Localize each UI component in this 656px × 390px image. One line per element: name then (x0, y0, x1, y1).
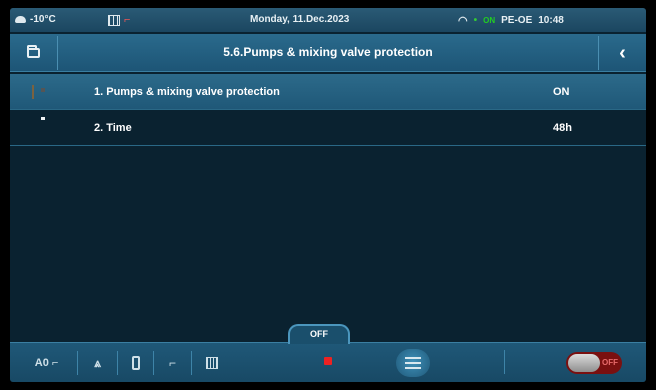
tank-icon (131, 356, 140, 370)
outdoor-temp-value: -10°C (30, 14, 56, 25)
status-bar: -10°C ⌐ Monday, 11.Dec.2023 ◠ • ON PE-OE… (10, 8, 646, 32)
list-item-label: 2. Time (94, 122, 132, 134)
flame-icon: ⩓ (94, 355, 101, 370)
chevron-left-icon: ‹ (619, 42, 626, 64)
connection-icon: • (473, 15, 478, 26)
radiator-icon (206, 357, 218, 369)
status-right: ◠ • ON PE-OE 10:48 (458, 14, 564, 27)
off-status-tab[interactable]: OFF (288, 324, 350, 344)
list-item-label: 1. Pumps & mixing valve protection (94, 86, 280, 98)
on-tag: ON (483, 16, 496, 25)
page-title: 5.6.Pumps & mixing valve protection (223, 45, 433, 59)
mode-label: A0 (34, 357, 49, 369)
back-button[interactable]: ‹ (598, 36, 646, 70)
list-item-protection[interactable]: 1. Pumps & mixing valve protection ON (10, 74, 646, 110)
pump-icon (32, 85, 34, 99)
power-toggle[interactable]: OFF (566, 352, 622, 374)
list-item-value: 48h (553, 122, 572, 134)
menu-button[interactable] (396, 349, 430, 377)
list-item-time[interactable]: 2. Time 48h (10, 110, 646, 146)
wifi-icon: ◠ (458, 15, 468, 27)
heating-button[interactable] (192, 351, 232, 375)
clock: 10:48 (538, 15, 564, 26)
cloud-icon (15, 16, 26, 23)
stop-icon (324, 357, 332, 365)
mode-button[interactable]: A0 ⌐ (16, 351, 78, 375)
settings-list: 1. Pumps & mixing valve protection ON 2.… (10, 74, 646, 146)
list-item-value: ON (553, 86, 570, 98)
toggle-label: OFF (602, 358, 618, 367)
boiler-button[interactable]: ⩓ (78, 351, 118, 375)
tank-button[interactable] (118, 351, 154, 375)
tap-icon: ⌐ (168, 356, 176, 370)
divider (504, 350, 505, 374)
tap-icon: ⌐ (51, 357, 59, 369)
device-name: PE-OE (501, 15, 533, 26)
toggle-knob (568, 354, 600, 372)
outdoor-temperature: -10°C (15, 14, 56, 25)
page-header: 5.6.Pumps & mixing valve protection ‹ (10, 34, 646, 72)
folder-icon (27, 45, 40, 58)
hot-water-button[interactable]: ⌐ (154, 351, 192, 375)
date: Monday, 11.Dec.2023 (250, 14, 350, 25)
radiator-icon (108, 14, 120, 26)
tap-icon: ⌐ (124, 14, 131, 26)
folder-button[interactable] (10, 36, 58, 70)
status-icons: ⌐ (108, 14, 130, 26)
